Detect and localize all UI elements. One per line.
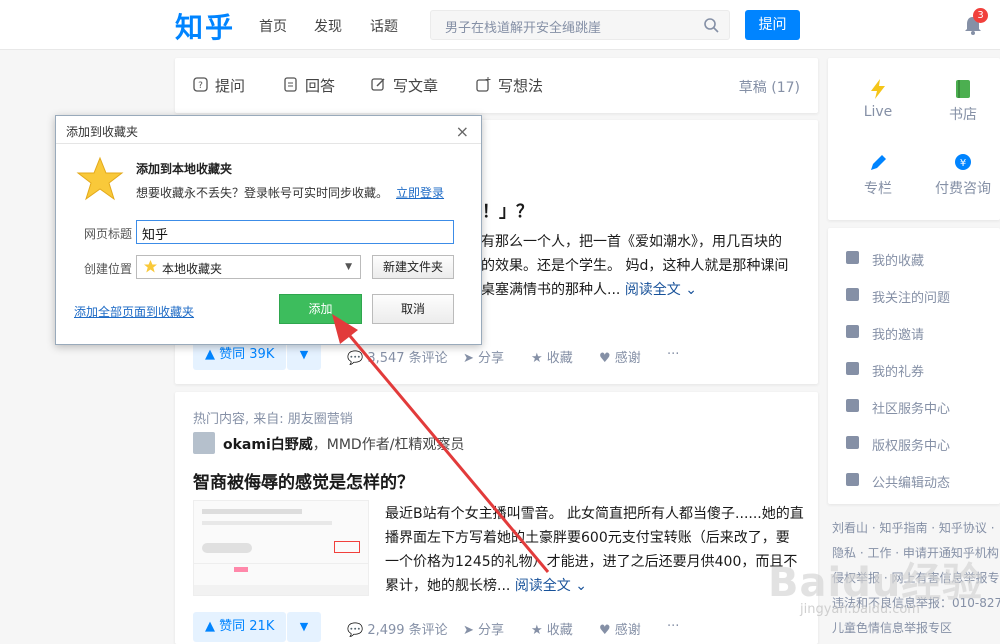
add-user-icon xyxy=(846,325,859,338)
question-title[interactable]: 智商被侮辱的感觉是怎样的？ xyxy=(193,468,414,493)
downvote-button[interactable]: ▼ xyxy=(287,612,321,642)
book-icon xyxy=(956,80,970,98)
location-select[interactable]: 本地收藏夹 ▼ xyxy=(136,255,361,279)
write-article[interactable]: 写文章 xyxy=(371,75,438,96)
close-icon[interactable]: × xyxy=(456,122,469,141)
nav-discover[interactable]: 发现 xyxy=(314,16,342,36)
answer-excerpt[interactable]: 最近B站有个女主播叫雪音。 此女简直把所有人都当傻子......她的直 播界面左… xyxy=(385,502,805,598)
question-icon xyxy=(846,288,859,301)
page-title-input[interactable]: 知乎 xyxy=(136,220,454,244)
collect-button[interactable]: ★ 收藏 xyxy=(531,347,573,366)
nav-topics[interactable]: 话题 xyxy=(370,16,398,36)
sidebar-live[interactable]: Live xyxy=(835,78,921,120)
answer-excerpt[interactable]: 有那么一个人，把一首《爱如潮水》，用几百块的 的效果。还是个学生。 妈d，这种人… xyxy=(481,230,811,302)
answer-thumbnail[interactable] xyxy=(193,500,369,596)
star-icon xyxy=(76,156,124,201)
dialog-subtext: 想要收藏永不丢失？登录帐号可实时同步收藏。 立即登录 xyxy=(136,186,445,200)
sidebar-bookstore[interactable]: 书店 xyxy=(920,78,1000,124)
chevron-down-icon: ⌄ xyxy=(685,282,697,298)
author-name[interactable]: okami白野威 xyxy=(223,437,313,453)
chevron-down-icon: ⌄ xyxy=(575,578,587,594)
pen-icon xyxy=(871,155,886,170)
sidebar-paid-consult[interactable]: ¥ 付费咨询 xyxy=(920,152,1000,198)
feed-meta: 热门内容, 来自: 朋友圈营销 xyxy=(193,412,353,427)
pencil-icon xyxy=(371,78,385,91)
location-label: 创建位置 xyxy=(84,262,133,276)
flag-icon xyxy=(846,399,859,412)
consult-icon: ¥ xyxy=(955,154,971,170)
login-link[interactable]: 立即登录 xyxy=(396,186,444,200)
star-icon xyxy=(846,251,859,264)
thanks-button[interactable]: ♥ 感谢 xyxy=(599,619,641,638)
share-button[interactable]: ➤ 分享 xyxy=(463,619,504,638)
side-menu: 我的收藏 我关注的问题 我的邀请 我的礼券 社区服务中心 版权服务中心 公共编辑… xyxy=(828,228,1000,504)
sidebar-column[interactable]: 专栏 xyxy=(835,152,921,198)
dialog-heading: 添加到本地收藏夹 xyxy=(136,162,233,176)
cancel-button[interactable]: 取消 xyxy=(372,294,454,324)
action-bar: ▲ 赞同 21K ▼ 💬 2,499 条评论 ➤ 分享 ★ 收藏 ♥ 感谢 ··… xyxy=(193,612,793,642)
nav-home[interactable]: 首页 xyxy=(259,16,287,36)
share-button[interactable]: ➤ 分享 xyxy=(463,347,504,366)
divider xyxy=(56,143,481,144)
coupon-icon xyxy=(846,362,859,375)
drafts-link[interactable]: 草稿 (17) xyxy=(739,77,800,97)
upvote-button[interactable]: ▲ 赞同 21K xyxy=(193,612,287,642)
ask-button[interactable]: 提问 xyxy=(745,10,800,40)
add-button[interactable]: 添加 xyxy=(279,294,362,324)
feed-card: 热门内容, 来自: 朋友圈营销 okami白野威，MMD作者/杠精观察员 智商被… xyxy=(175,392,818,644)
svg-text:¥: ¥ xyxy=(960,158,966,169)
write-answer[interactable]: 回答 xyxy=(284,75,335,96)
comment-button[interactable]: 💬 3,547 条评论 xyxy=(347,347,448,366)
search-input[interactable]: 男子在栈道解开安全绳跳崖 xyxy=(430,10,730,40)
write-ask[interactable]: ? 提问 xyxy=(193,75,245,96)
avatar[interactable] xyxy=(193,432,215,454)
zhihu-logo[interactable]: 知乎 xyxy=(175,6,235,46)
lightning-icon xyxy=(871,79,885,99)
dialog-title: 添加到收藏夹 xyxy=(66,125,139,139)
search-icon[interactable] xyxy=(703,17,719,33)
more-button[interactable]: ··· xyxy=(667,619,679,634)
comment-button[interactable]: 💬 2,499 条评论 xyxy=(347,619,448,638)
svg-text:?: ? xyxy=(198,81,203,91)
read-more-link[interactable]: 阅读全文 xyxy=(625,282,681,298)
side-grid: Live 书店 专栏 ¥ 付费咨询 xyxy=(828,58,1000,220)
chevron-down-icon: ▼ xyxy=(345,262,352,272)
add-all-pages-link[interactable]: 添加全部页面到收藏夹 xyxy=(74,303,194,320)
more-button[interactable]: ··· xyxy=(667,347,679,362)
watermark-url: jingyan.baidu.com xyxy=(800,602,920,617)
top-header: 知乎 首页 发现 话题 男子在栈道解开安全绳跳崖 提问 3 xyxy=(0,0,1000,50)
new-folder-button[interactable]: 新建文件夹 xyxy=(372,255,454,279)
page-title-label: 网页标题 xyxy=(84,227,133,241)
search-placeholder: 男子在栈道解开安全绳跳崖 xyxy=(445,21,602,36)
star-icon xyxy=(144,260,157,273)
edit-icon xyxy=(846,473,859,486)
question-icon: ? xyxy=(193,77,208,92)
thanks-button[interactable]: ♥ 感谢 xyxy=(599,347,641,366)
collect-button[interactable]: ★ 收藏 xyxy=(531,619,573,638)
copyright-icon xyxy=(846,436,859,449)
watermark: Baidu经验 xyxy=(768,560,984,606)
author-bio: ，MMD作者/杠精观察员 xyxy=(312,437,465,453)
read-more-link[interactable]: 阅读全文 xyxy=(515,578,571,594)
write-idea[interactable]: 写想法 xyxy=(476,75,543,96)
notification-badge: 3 xyxy=(973,8,988,23)
add-bookmark-dialog: 添加到收藏夹 × 添加到本地收藏夹 想要收藏永不丢失？登录帐号可实时同步收藏。立… xyxy=(55,115,482,345)
write-bar: ? 提问 回答 写文章 写想法 草稿 (17) xyxy=(175,58,818,113)
answer-icon xyxy=(284,77,297,92)
idea-icon xyxy=(476,77,491,92)
